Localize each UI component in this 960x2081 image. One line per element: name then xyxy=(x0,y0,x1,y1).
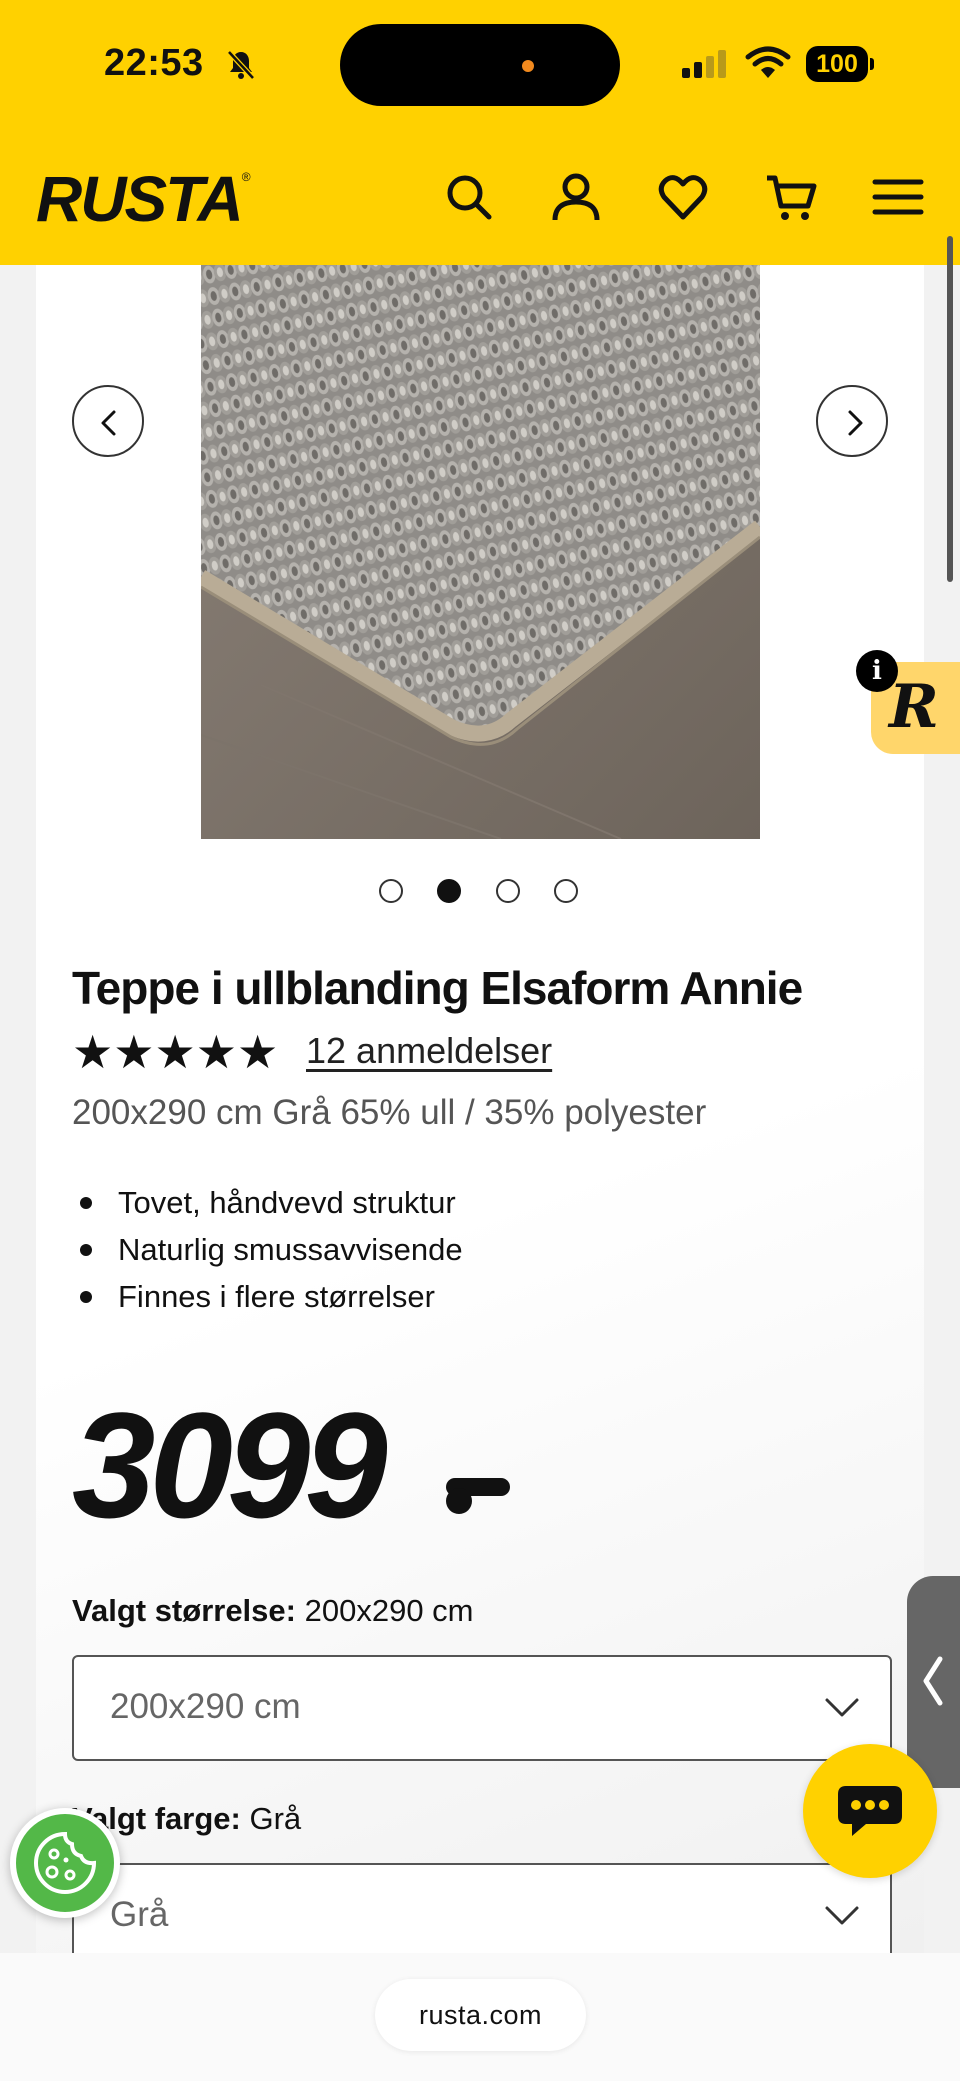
size-label: Valgt størrelse: xyxy=(72,1593,296,1628)
wifi-icon xyxy=(745,46,791,78)
status-time: 22:53 xyxy=(104,42,204,84)
reviews-link[interactable]: 12 anmeldelser xyxy=(306,1030,552,1072)
price-dot xyxy=(446,1488,472,1514)
r-logo-letter: R xyxy=(889,672,939,742)
chevron-down-icon xyxy=(825,1906,859,1925)
browser-bottom-bar: rusta.com xyxy=(0,1953,960,2081)
carousel-prev-button[interactable] xyxy=(72,385,144,457)
carousel-dot-3[interactable] xyxy=(496,879,520,903)
chat-bubble-icon xyxy=(838,1786,902,1836)
product-panel: Teppe i ullblanding Elsaform Annie ★★★★★… xyxy=(36,265,924,1955)
cookie-settings-button[interactable] xyxy=(10,1808,120,1918)
cart-icon[interactable] xyxy=(764,170,818,224)
product-price: 3099 xyxy=(72,1381,388,1549)
chat-button[interactable] xyxy=(803,1744,937,1878)
chevron-down-icon xyxy=(825,1698,859,1717)
rug-photo xyxy=(201,265,760,839)
side-drawer-tab[interactable] xyxy=(907,1576,960,1788)
product-subtitle: 200x290 cm Grå 65% ull / 35% polyester xyxy=(72,1093,707,1132)
carousel-dot-2[interactable] xyxy=(437,879,461,903)
size-select-value: 200x290 cm xyxy=(110,1687,301,1726)
carousel-dots xyxy=(379,879,589,905)
search-icon[interactable] xyxy=(442,170,496,224)
size-label-line: Valgt størrelse: 200x290 cm xyxy=(72,1593,474,1629)
cellular-signal-icon xyxy=(682,50,726,78)
color-value: Grå xyxy=(249,1801,302,1836)
dynamic-island xyxy=(340,24,620,106)
account-icon[interactable] xyxy=(549,170,603,224)
info-icon[interactable]: i xyxy=(856,650,898,692)
menu-icon[interactable] xyxy=(871,170,925,224)
feature-list: Tovet, håndvevd struktur Naturlig smussa… xyxy=(72,1179,463,1320)
top-header: 22:53 100 RUSTA® xyxy=(0,0,960,265)
chevron-left-icon xyxy=(101,410,116,436)
battery-indicator: 100 xyxy=(806,46,874,82)
logo-text: RUSTA xyxy=(36,163,244,235)
color-select[interactable]: Grå xyxy=(72,1863,892,1955)
cookie-icon xyxy=(34,1831,97,1894)
chevron-left-icon xyxy=(923,1656,943,1706)
size-value: 200x290 cm xyxy=(304,1593,474,1628)
size-select[interactable]: 200x290 cm xyxy=(72,1655,892,1761)
heart-icon[interactable] xyxy=(656,170,710,224)
rusta-logo[interactable]: RUSTA® xyxy=(36,162,250,236)
carousel-dot-1[interactable] xyxy=(379,879,403,903)
battery-level: 100 xyxy=(806,46,868,82)
url-bar[interactable]: rusta.com xyxy=(375,1979,586,2051)
recording-dot xyxy=(522,60,534,72)
feature-item: Finnes i flere størrelser xyxy=(72,1273,463,1320)
bell-muted-icon xyxy=(227,50,255,80)
feature-item: Tovet, håndvevd struktur xyxy=(72,1179,463,1226)
carousel-dot-4[interactable] xyxy=(554,879,578,903)
feature-item: Naturlig smussavvisende xyxy=(72,1226,463,1273)
rating-stars: ★★★★★ xyxy=(72,1026,279,1078)
product-title: Teppe i ullblanding Elsaform Annie xyxy=(72,962,803,1014)
scroll-indicator[interactable] xyxy=(947,236,953,582)
product-image-rug[interactable] xyxy=(201,265,760,839)
carousel-next-button[interactable] xyxy=(816,385,888,457)
color-select-value: Grå xyxy=(110,1895,169,1934)
chevron-right-icon xyxy=(848,410,863,436)
